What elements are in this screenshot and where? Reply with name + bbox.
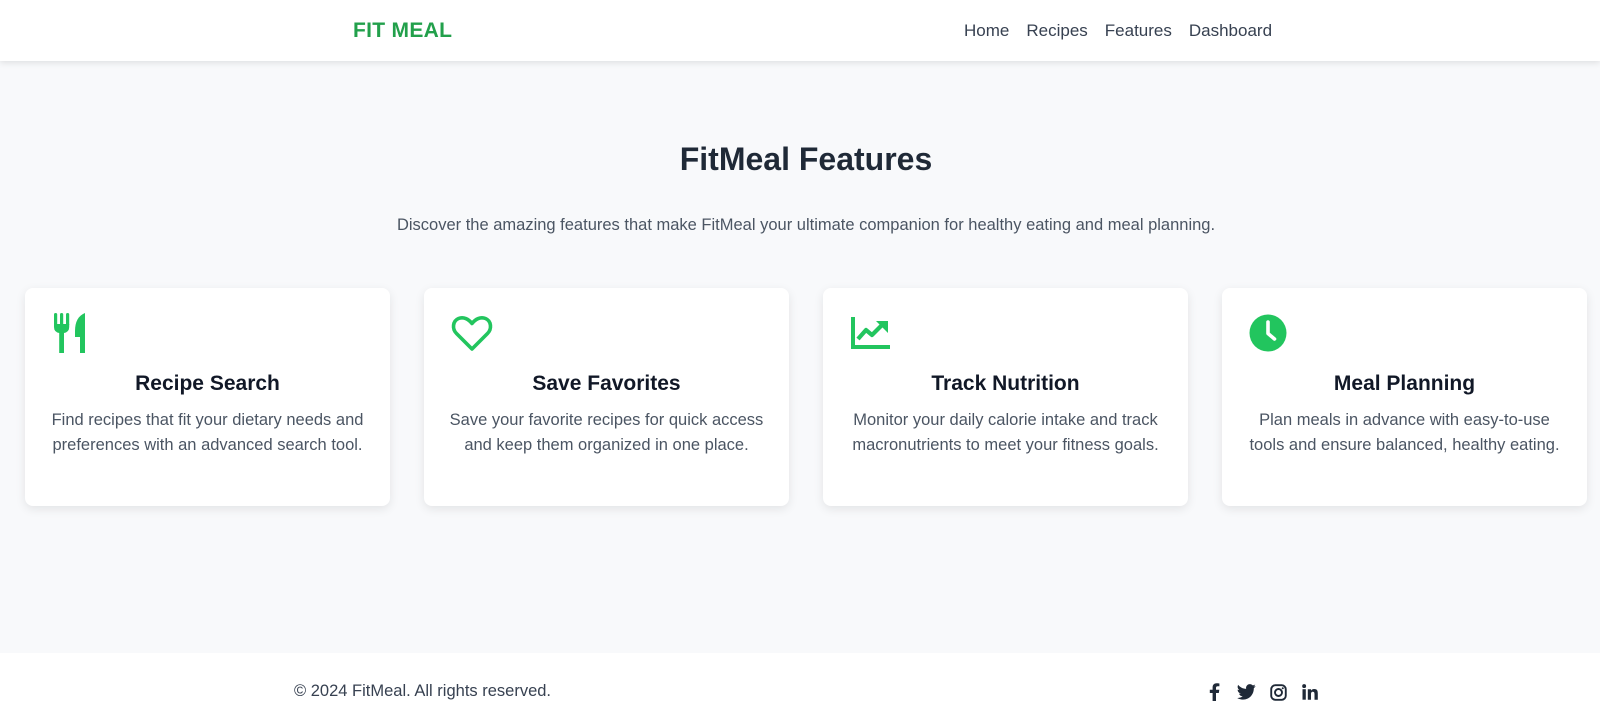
- feature-card-recipe-search[interactable]: Recipe Search Find recipes that fit your…: [25, 288, 390, 506]
- feature-description: Plan meals in advance with easy-to-use t…: [1249, 411, 1560, 454]
- main-nav: Home Recipes Features Dashboard: [964, 21, 1272, 41]
- feature-card-save-favorites[interactable]: Save Favorites Save your favorite recipe…: [424, 288, 789, 506]
- linkedin-icon[interactable]: [1300, 682, 1320, 702]
- feature-title: Recipe Search: [135, 372, 280, 395]
- instagram-icon[interactable]: [1268, 682, 1288, 702]
- chart-line-icon: [850, 312, 892, 354]
- feature-description: Find recipes that fit your dietary needs…: [51, 411, 364, 454]
- feature-title: Meal Planning: [1333, 372, 1476, 395]
- nav-link-features[interactable]: Features: [1105, 21, 1172, 41]
- feature-description: Save your favorite recipes for quick acc…: [449, 411, 764, 454]
- footer: © 2024 FitMeal. All rights reserved.: [0, 653, 1600, 722]
- twitter-icon[interactable]: [1236, 682, 1256, 702]
- clock-icon: [1249, 312, 1291, 354]
- utensils-icon: [52, 312, 94, 354]
- copyright-text: © 2024 FitMeal. All rights reserved.: [294, 682, 552, 700]
- nav-link-home[interactable]: Home: [964, 21, 1009, 41]
- feature-description: Monitor your daily calorie intake and tr…: [852, 411, 1159, 454]
- social-links: [1204, 682, 1320, 702]
- heart-icon: [451, 312, 493, 354]
- page-subtitle: Discover the amazing features that make …: [396, 216, 1216, 234]
- feature-title: Track Nutrition: [931, 372, 1080, 395]
- feature-card-meal-planning[interactable]: Meal Planning Plan meals in advance with…: [1222, 288, 1587, 506]
- brand-logo[interactable]: FIT MEAL: [353, 19, 452, 43]
- facebook-icon[interactable]: [1204, 682, 1224, 702]
- navbar: FIT MEAL Home Recipes Features Dashboard: [0, 0, 1600, 61]
- page-title: FitMeal Features: [679, 141, 933, 177]
- nav-link-dashboard[interactable]: Dashboard: [1189, 21, 1272, 41]
- feature-title: Save Favorites: [532, 372, 681, 395]
- feature-card-track-nutrition[interactable]: Track Nutrition Monitor your daily calor…: [823, 288, 1188, 506]
- nav-link-recipes[interactable]: Recipes: [1026, 21, 1087, 41]
